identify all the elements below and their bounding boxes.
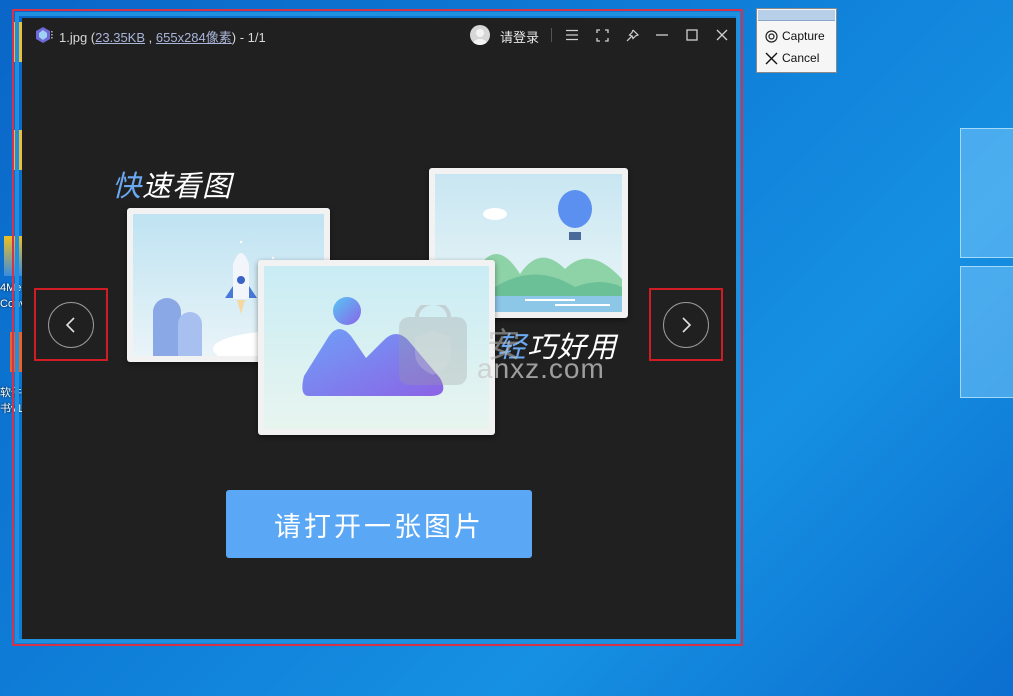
menu-icon [566, 29, 578, 41]
image-viewer-logo-icon [36, 27, 50, 43]
capture-button[interactable]: Capture [765, 27, 825, 45]
close-button[interactable] [712, 25, 732, 45]
next-image-button[interactable] [649, 288, 723, 361]
file-size-link[interactable]: 23.35KB [95, 30, 145, 45]
desktop-icon-label: 书v1 [0, 403, 23, 415]
chevron-right-icon [682, 317, 692, 333]
capture-label: Capture [782, 29, 825, 43]
desktop-icon-label: 4Me [0, 282, 22, 294]
fullscreen-button[interactable] [592, 25, 612, 45]
close-icon [716, 29, 728, 41]
window-title: 1.jpg (23.35KB , 655x284像素) - 1/1 [59, 30, 266, 45]
minimize-icon [656, 34, 668, 36]
capture-popup-titlebar[interactable] [758, 10, 835, 21]
open-image-button[interactable]: 请打开一张图片 [226, 490, 532, 558]
previous-image-button[interactable] [34, 288, 108, 361]
user-avatar-icon[interactable] [470, 25, 490, 45]
title-divider [551, 28, 552, 42]
capture-popup: Capture Cancel [756, 8, 837, 73]
desktop-icons: 4Me Conv 软件 书v1 [0, 0, 26, 420]
fullscreen-icon [595, 28, 609, 42]
login-link[interactable]: 请登录 [500, 27, 539, 46]
app-shortcut-icon[interactable] [4, 236, 22, 276]
minimize-button[interactable] [652, 25, 672, 45]
pin-icon [626, 29, 639, 41]
pin-button[interactable] [622, 25, 642, 45]
maximize-button[interactable] [682, 25, 702, 45]
dimensions-link[interactable]: 655x284像素 [156, 30, 232, 45]
capture-icon [765, 29, 778, 43]
menu-button[interactable] [562, 25, 582, 45]
watermark-text: anxz.com [477, 353, 605, 384]
title-bar[interactable]: ⁝ 1.jpg (23.35KB , 655x284像素) - 1/1 请登录 [22, 18, 737, 52]
windows-logo [960, 128, 1013, 398]
menu-dots-icon[interactable]: ⁝ [50, 28, 54, 42]
desktop-icon-label: 软件 [0, 387, 22, 399]
chevron-left-icon [65, 317, 75, 333]
caption-fast-view: 快速看图 [112, 169, 233, 203]
image-viewer-window: ⁝ 1.jpg (23.35KB , 655x284像素) - 1/1 请登录 [22, 18, 737, 640]
cancel-button[interactable]: Cancel [765, 49, 819, 67]
cancel-label: Cancel [782, 51, 820, 65]
maximize-icon [686, 29, 698, 41]
cancel-x-icon [765, 52, 778, 64]
